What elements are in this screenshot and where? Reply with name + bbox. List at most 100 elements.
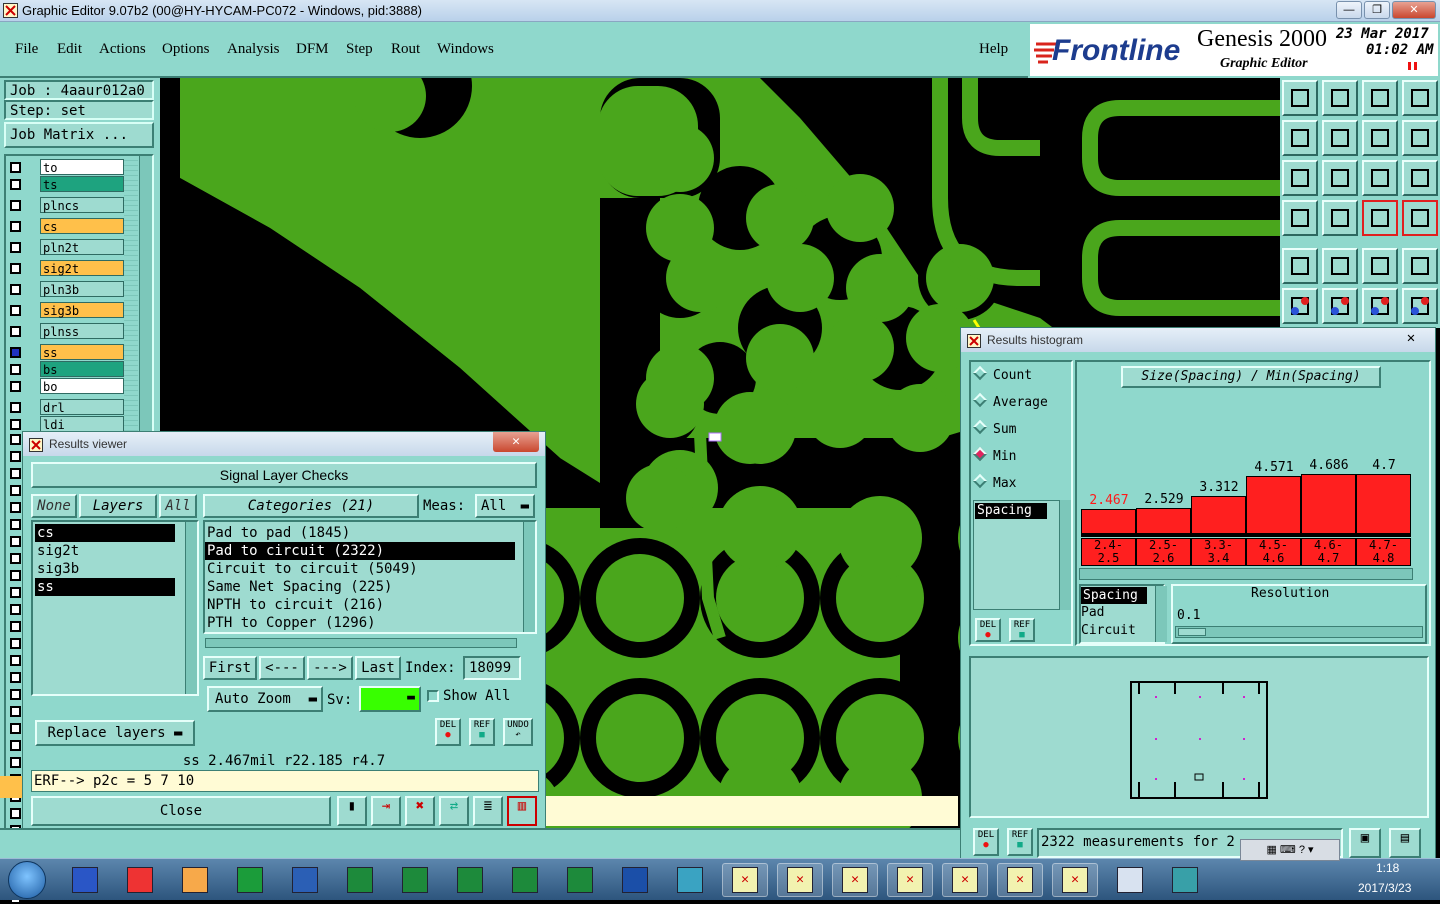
type-list-item[interactable]: Circuit bbox=[1081, 623, 1136, 638]
histogram-ref-button[interactable]: REF ■ bbox=[1009, 618, 1035, 642]
layer-checkbox[interactable] bbox=[10, 434, 21, 445]
layer-name[interactable]: ldi bbox=[40, 416, 124, 432]
compare-icon[interactable]: ⇄ bbox=[439, 796, 469, 826]
grid-select-icon[interactable] bbox=[1402, 200, 1438, 236]
layer-checkbox[interactable] bbox=[10, 485, 21, 496]
layer-checkbox[interactable] bbox=[10, 221, 21, 232]
sv-color-select[interactable]: ▬ bbox=[359, 686, 421, 712]
mode-min-radio[interactable]: Min bbox=[972, 446, 1016, 464]
meas-select[interactable]: All ▬ bbox=[475, 494, 535, 518]
zoom-home-icon[interactable] bbox=[1282, 80, 1318, 116]
menu-rout[interactable]: Rout bbox=[391, 41, 420, 58]
layer-row-sig3b[interactable]: sig3b bbox=[6, 302, 126, 319]
query-icon[interactable] bbox=[1402, 160, 1438, 196]
taskbar-word-icon[interactable] bbox=[282, 863, 328, 897]
menu-windows[interactable]: Windows bbox=[437, 41, 494, 58]
type-list-item[interactable]: Spacing bbox=[1081, 587, 1147, 604]
taskbar-genesis-icon[interactable]: ✕ bbox=[832, 863, 878, 897]
taskbar-genesis-icon[interactable]: ✕ bbox=[722, 863, 768, 897]
layer-name[interactable]: to bbox=[40, 159, 124, 175]
taskbar-excel-icon[interactable] bbox=[447, 863, 493, 897]
ruler-icon[interactable] bbox=[1362, 248, 1398, 284]
window-zoom-icon[interactable] bbox=[1402, 80, 1438, 116]
layer-checkbox[interactable] bbox=[10, 200, 21, 211]
mode-max-radio[interactable]: Max bbox=[972, 473, 1016, 491]
taskbar-genesis-icon[interactable]: ✕ bbox=[887, 863, 933, 897]
category-item[interactable]: Circuit to circuit (5049) bbox=[205, 560, 515, 578]
layer-checkbox[interactable] bbox=[10, 672, 21, 683]
mode-average-radio[interactable]: Average bbox=[972, 392, 1048, 410]
center-icon[interactable] bbox=[1322, 160, 1358, 196]
circle-icon[interactable] bbox=[1402, 248, 1438, 284]
layer-checkbox[interactable] bbox=[10, 536, 21, 547]
menu-analysis[interactable]: Analysis bbox=[227, 41, 280, 58]
layer-checkbox[interactable] bbox=[10, 723, 21, 734]
layer-name[interactable]: drl bbox=[40, 399, 124, 415]
layer-checkbox[interactable] bbox=[10, 621, 21, 632]
layer-checkbox[interactable] bbox=[10, 402, 21, 413]
layer-checkbox[interactable] bbox=[10, 689, 21, 700]
histogram-bar[interactable] bbox=[1136, 508, 1191, 534]
taskbar-eye-icon[interactable] bbox=[1162, 863, 1208, 897]
histogram-bar[interactable] bbox=[1356, 474, 1411, 534]
taskbar-save-icon[interactable] bbox=[62, 863, 108, 897]
first-result-button[interactable]: First bbox=[203, 656, 257, 680]
layer-name[interactable]: bo bbox=[40, 378, 124, 394]
none-layers-button[interactable]: None bbox=[31, 494, 77, 518]
menu-dfm[interactable]: DFM bbox=[296, 41, 329, 58]
histogram-close-icon[interactable]: ✕ bbox=[1401, 330, 1421, 348]
layer-checkbox[interactable] bbox=[10, 604, 21, 615]
categories-hscrollbar[interactable] bbox=[205, 638, 517, 648]
layer-checkbox[interactable] bbox=[10, 553, 21, 564]
categories-button[interactable]: Categories (21) bbox=[203, 494, 419, 518]
taskbar-genesis-icon[interactable]: ✕ bbox=[997, 863, 1043, 897]
histogram-bar[interactable] bbox=[1246, 476, 1301, 534]
results-undo-button[interactable]: UNDO ↶ bbox=[503, 718, 533, 746]
category-item[interactable]: NPTH to circuit (216) bbox=[205, 596, 515, 614]
zoom-fit-icon[interactable] bbox=[1362, 80, 1398, 116]
layer-name[interactable]: ss bbox=[40, 344, 124, 360]
histogram-bar[interactable] bbox=[1191, 496, 1246, 534]
categories-scrollbar[interactable] bbox=[523, 522, 535, 632]
layer-checkbox[interactable] bbox=[10, 419, 21, 430]
menu-options[interactable]: Options bbox=[162, 41, 210, 58]
taskbar-genesis-icon[interactable]: ✕ bbox=[777, 863, 823, 897]
connect-icon[interactable] bbox=[1362, 288, 1398, 324]
layer-checkbox[interactable] bbox=[10, 638, 21, 649]
layers-button[interactable]: Layers bbox=[79, 494, 157, 518]
auto-zoom-select[interactable]: Auto Zoom ▬ bbox=[207, 686, 323, 712]
layer-row-ts[interactable]: ts bbox=[6, 176, 126, 193]
histogram-report-icon[interactable]: ▣ bbox=[1349, 828, 1381, 858]
layer-name[interactable]: cs bbox=[40, 218, 124, 234]
layer-row-cs[interactable]: cs bbox=[6, 218, 126, 235]
histogram-del-button-2[interactable]: DEL ● bbox=[973, 828, 999, 856]
histogram-ref-button-2[interactable]: REF ■ bbox=[1007, 828, 1033, 856]
taskbar-app-icon[interactable] bbox=[117, 863, 163, 897]
taskbar-frontline-icon[interactable] bbox=[612, 863, 658, 897]
layer-row-drl[interactable]: drl bbox=[6, 399, 126, 416]
type-list-item[interactable]: Pad bbox=[1081, 605, 1104, 620]
menu-step[interactable]: Step bbox=[346, 41, 373, 58]
layer-checkbox[interactable] bbox=[10, 179, 21, 190]
layer-row-plnss[interactable]: plnss bbox=[6, 323, 126, 340]
results-del-button[interactable]: DEL ● bbox=[435, 718, 461, 746]
close-button[interactable]: Close bbox=[31, 796, 331, 826]
fit-icon[interactable] bbox=[1282, 160, 1318, 196]
layer-row-bo[interactable]: bo bbox=[6, 378, 126, 395]
language-bar[interactable]: ▦ ⌨ ? ▾ bbox=[1240, 839, 1340, 861]
layer-checkbox[interactable] bbox=[10, 284, 21, 295]
results-layer-scrollbar[interactable] bbox=[185, 522, 197, 694]
measure-type-scrollbar[interactable] bbox=[1059, 500, 1071, 610]
results-ref-button[interactable]: REF ■ bbox=[469, 718, 495, 746]
results-layer-item[interactable]: sig2t bbox=[35, 542, 175, 560]
measure-type-item[interactable]: Spacing bbox=[975, 503, 1047, 519]
measure-icon[interactable] bbox=[1282, 200, 1318, 236]
menu-file[interactable]: File bbox=[15, 41, 38, 58]
category-item[interactable]: Pad to pad (1845) bbox=[205, 524, 515, 542]
resolution-slider[interactable] bbox=[1175, 626, 1423, 638]
layer-checkbox[interactable] bbox=[10, 451, 21, 462]
taskbar-excel-icon[interactable] bbox=[392, 863, 438, 897]
layer-row-pln2t[interactable]: pln2t bbox=[6, 239, 126, 256]
histogram-hscrollbar[interactable] bbox=[1079, 568, 1413, 580]
exit-icon[interactable]: ⇥ bbox=[371, 796, 401, 826]
